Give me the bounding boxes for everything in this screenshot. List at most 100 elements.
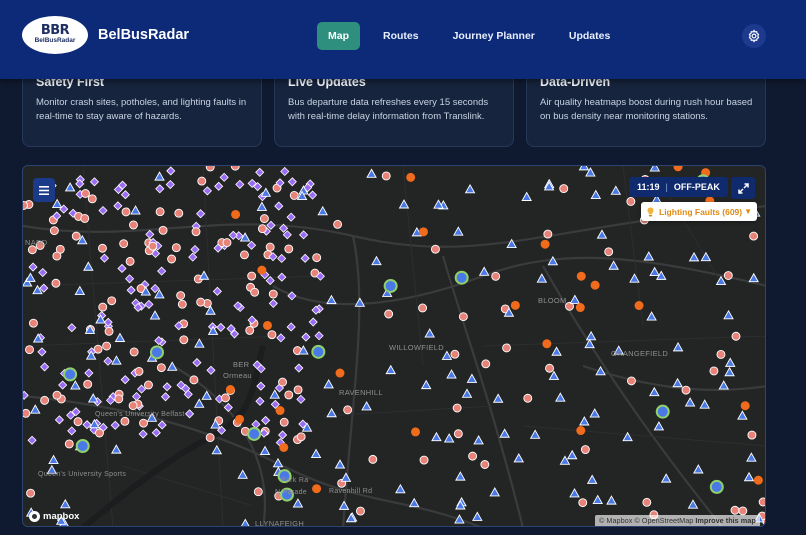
hazard-icon[interactable] bbox=[121, 207, 131, 217]
hazard-icon[interactable] bbox=[83, 379, 93, 389]
hazard-icon[interactable] bbox=[205, 433, 215, 443]
hazard-icon[interactable] bbox=[626, 376, 636, 386]
station-icon[interactable] bbox=[454, 270, 469, 285]
hazard-icon[interactable] bbox=[730, 505, 740, 515]
hazard-icon[interactable] bbox=[543, 229, 553, 239]
hazard-icon[interactable] bbox=[71, 231, 81, 241]
hazard-icon[interactable] bbox=[559, 184, 569, 194]
hazard-icon[interactable] bbox=[580, 445, 590, 455]
bus-stop-icon[interactable] bbox=[578, 166, 590, 171]
hazard-icon[interactable] bbox=[23, 408, 31, 418]
hazard-icon[interactable] bbox=[119, 239, 129, 249]
hazard-icon[interactable] bbox=[333, 219, 343, 229]
pothole-icon[interactable] bbox=[410, 427, 420, 437]
hazard-icon[interactable] bbox=[356, 506, 365, 516]
hazard-icon[interactable] bbox=[95, 428, 104, 438]
hazard-icon[interactable] bbox=[268, 289, 278, 299]
station-icon[interactable] bbox=[247, 426, 262, 441]
hazard-icon[interactable] bbox=[626, 197, 636, 206]
layers-menu-button[interactable] bbox=[33, 178, 55, 202]
hazard-icon[interactable] bbox=[284, 244, 294, 254]
hazard-icon[interactable] bbox=[278, 377, 287, 387]
hazard-icon[interactable] bbox=[458, 312, 468, 322]
hazard-icon[interactable] bbox=[289, 190, 299, 200]
hazard-icon[interactable] bbox=[240, 250, 249, 260]
hazard-icon[interactable] bbox=[139, 418, 148, 428]
station-icon[interactable] bbox=[655, 404, 670, 419]
hazard-icon[interactable] bbox=[267, 330, 277, 340]
hazard-icon[interactable] bbox=[491, 271, 501, 281]
hazard-icon[interactable] bbox=[167, 254, 177, 264]
hazard-icon[interactable] bbox=[51, 278, 61, 288]
app-logo[interactable]: BBR BelBusRadar bbox=[22, 16, 88, 54]
hazard-icon[interactable] bbox=[257, 224, 267, 234]
hazard-icon[interactable] bbox=[247, 271, 257, 281]
pothole-icon[interactable] bbox=[225, 385, 235, 395]
hazard-icon[interactable] bbox=[418, 303, 428, 313]
hazard-icon[interactable] bbox=[104, 326, 114, 336]
hazard-icon[interactable] bbox=[52, 251, 62, 261]
pothole-icon[interactable] bbox=[510, 300, 520, 310]
hazard-icon[interactable] bbox=[738, 506, 748, 516]
hazard-icon[interactable] bbox=[114, 394, 124, 404]
pothole-icon[interactable] bbox=[575, 303, 585, 313]
pothole-icon[interactable] bbox=[262, 320, 272, 330]
hazard-icon[interactable] bbox=[758, 497, 766, 507]
hazard-icon[interactable] bbox=[747, 430, 757, 440]
hazard-icon[interactable] bbox=[129, 220, 138, 230]
hazard-icon[interactable] bbox=[98, 302, 108, 312]
hazard-icon[interactable] bbox=[250, 287, 260, 297]
hazard-icon[interactable] bbox=[40, 395, 50, 405]
hazard-icon[interactable] bbox=[129, 347, 139, 357]
brand-name[interactable]: BelBusRadar bbox=[98, 27, 189, 43]
hazard-icon[interactable] bbox=[148, 241, 158, 251]
hazard-icon[interactable] bbox=[128, 401, 138, 411]
nav-map[interactable]: Map bbox=[317, 22, 360, 50]
hazard-icon[interactable] bbox=[453, 429, 463, 439]
hazard-icon[interactable] bbox=[731, 331, 741, 341]
hazard-icon[interactable] bbox=[481, 359, 491, 369]
hazard-icon[interactable] bbox=[26, 488, 36, 498]
hazard-icon[interactable] bbox=[174, 208, 184, 218]
hazard-icon[interactable] bbox=[253, 487, 263, 497]
hazard-icon[interactable] bbox=[156, 363, 166, 373]
hazard-icon[interactable] bbox=[723, 271, 733, 280]
pothole-icon[interactable] bbox=[275, 406, 285, 416]
hazard-icon[interactable] bbox=[49, 226, 59, 236]
hazard-icon[interactable] bbox=[134, 366, 144, 376]
attribution-mapbox[interactable]: © Mapbox bbox=[599, 516, 632, 525]
pothole-icon[interactable] bbox=[335, 368, 345, 378]
hazard-icon[interactable] bbox=[179, 335, 189, 345]
hazard-icon[interactable] bbox=[81, 189, 90, 198]
pothole-icon[interactable] bbox=[542, 339, 552, 349]
pothole-icon[interactable] bbox=[740, 401, 750, 411]
pothole-icon[interactable] bbox=[418, 227, 428, 237]
hazard-icon[interactable] bbox=[107, 296, 117, 306]
hazard-icon[interactable] bbox=[419, 455, 429, 465]
hazard-icon[interactable] bbox=[245, 325, 255, 335]
hazard-icon[interactable] bbox=[545, 363, 554, 373]
hazard-icon[interactable] bbox=[221, 393, 230, 403]
nav-journey-planner[interactable]: Journey Planner bbox=[442, 22, 546, 50]
hazard-icon[interactable] bbox=[502, 343, 512, 353]
hazard-icon[interactable] bbox=[144, 380, 153, 390]
pothole-icon[interactable] bbox=[540, 239, 550, 249]
hazard-icon[interactable] bbox=[265, 242, 275, 252]
pothole-icon[interactable] bbox=[590, 280, 600, 290]
hazard-icon[interactable] bbox=[343, 405, 353, 415]
pothole-icon[interactable] bbox=[576, 271, 586, 281]
hazard-icon[interactable] bbox=[176, 291, 186, 300]
station-icon[interactable] bbox=[149, 345, 164, 360]
hazard-icon[interactable] bbox=[196, 297, 206, 307]
fullscreen-button[interactable] bbox=[731, 177, 755, 199]
hazard-icon[interactable] bbox=[171, 243, 181, 253]
hazard-icon[interactable] bbox=[450, 349, 460, 359]
pothole-icon[interactable] bbox=[634, 301, 644, 311]
hazard-icon[interactable] bbox=[64, 439, 74, 449]
station-icon[interactable] bbox=[75, 439, 90, 454]
pothole-icon[interactable] bbox=[257, 265, 267, 275]
hazard-icon[interactable] bbox=[23, 200, 29, 210]
attribution-osm[interactable]: © OpenStreetMap bbox=[634, 516, 693, 525]
hazard-icon[interactable] bbox=[259, 214, 269, 224]
station-icon[interactable] bbox=[383, 278, 398, 293]
